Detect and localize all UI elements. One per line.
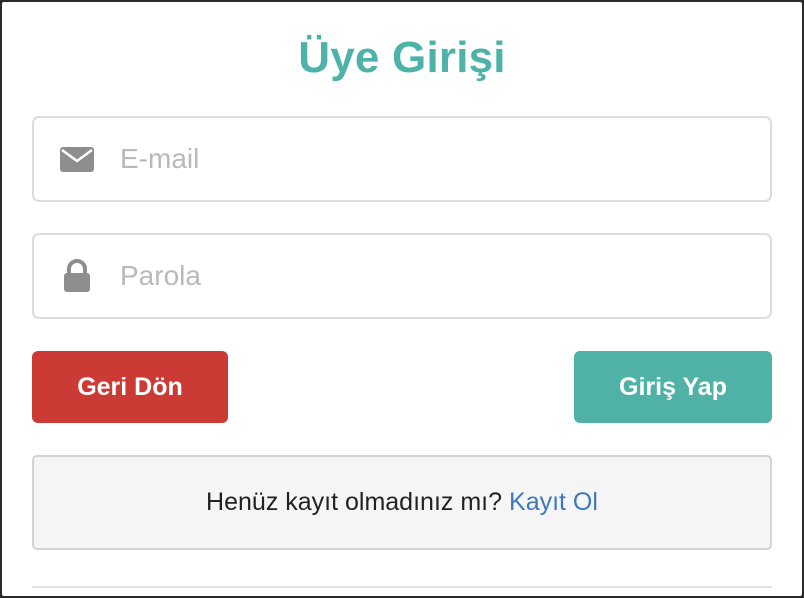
register-prompt-text: Henüz kayıt olmadınız mı? bbox=[206, 488, 503, 516]
login-modal: Üye Girişi Geri Dön Giriş Yap Henüz kayı… bbox=[2, 2, 802, 596]
email-input[interactable] bbox=[120, 118, 740, 200]
page-title: Üye Girişi bbox=[298, 33, 506, 82]
email-field[interactable] bbox=[32, 116, 772, 202]
password-input[interactable] bbox=[120, 235, 740, 317]
password-field[interactable] bbox=[32, 233, 772, 319]
register-link[interactable]: Kayıt Ol bbox=[509, 488, 598, 517]
lock-icon bbox=[60, 259, 94, 293]
back-button[interactable]: Geri Dön bbox=[32, 351, 228, 423]
envelope-icon bbox=[60, 142, 94, 176]
login-button[interactable]: Giriş Yap bbox=[574, 351, 772, 423]
bottom-divider bbox=[32, 586, 772, 588]
register-prompt-box: Henüz kayıt olmadınız mı? Kayıt Ol bbox=[32, 455, 772, 550]
